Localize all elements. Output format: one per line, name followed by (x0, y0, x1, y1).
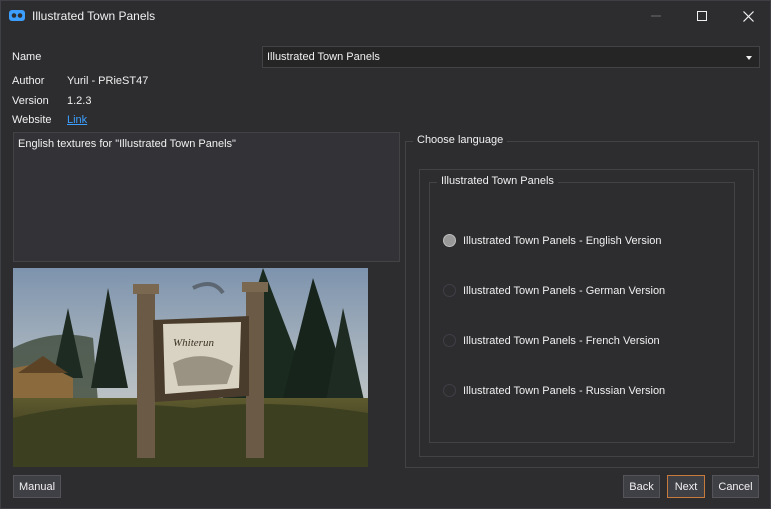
radio-label: Illustrated Town Panels - Russian Versio… (463, 384, 666, 397)
name-label: Name (12, 51, 42, 63)
cancel-button[interactable]: Cancel (712, 475, 759, 498)
maximize-button[interactable] (679, 1, 725, 31)
title-bar[interactable]: Illustrated Town Panels (1, 1, 770, 31)
preview-scene: Whiterun (13, 268, 368, 467)
minimize-icon (651, 15, 661, 17)
chevron-down-icon (746, 56, 752, 60)
close-button[interactable] (725, 1, 771, 31)
version-value: 1.2.3 (67, 95, 92, 107)
radio-button[interactable] (443, 384, 456, 397)
radio-label: Illustrated Town Panels - German Version (463, 284, 666, 297)
website-link[interactable]: Link (67, 114, 87, 126)
name-select-value: Illustrated Town Panels (267, 51, 380, 63)
radio-button-checked[interactable] (443, 234, 456, 247)
maximize-icon (697, 11, 707, 21)
minimize-button[interactable] (633, 1, 679, 31)
manual-button[interactable]: Manual (13, 475, 61, 498)
radio-option-german[interactable]: Illustrated Town Panels - German Version (443, 284, 665, 297)
radio-label: Illustrated Town Panels - French Version (463, 334, 660, 347)
preview-image: Whiterun (13, 268, 368, 467)
radio-button[interactable] (443, 334, 456, 347)
sign-text: Whiterun (173, 337, 214, 349)
author-value: Yuril - PRieST47 (67, 75, 149, 87)
radio-button[interactable] (443, 284, 456, 297)
installer-window: Illustrated Town Panels Name Illustrated… (0, 0, 771, 509)
radio-option-russian[interactable]: Illustrated Town Panels - Russian Versio… (443, 384, 665, 397)
version-label: Version (12, 95, 49, 107)
language-options-title: Illustrated Town Panels (437, 175, 558, 187)
radio-label: Illustrated Town Panels - English Versio… (463, 234, 662, 247)
language-options-box (429, 182, 735, 443)
radio-option-french[interactable]: Illustrated Town Panels - French Version (443, 334, 660, 347)
author-label: Author (12, 75, 45, 87)
description-text: English textures for "Illustrated Town P… (18, 138, 236, 150)
name-select[interactable]: Illustrated Town Panels (262, 46, 760, 68)
website-label: Website (12, 114, 52, 126)
close-icon (742, 10, 754, 22)
radio-option-english[interactable]: Illustrated Town Panels - English Versio… (443, 234, 662, 247)
back-button[interactable]: Back (623, 475, 660, 498)
description-box[interactable]: English textures for "Illustrated Town P… (13, 132, 400, 262)
window-title: Illustrated Town Panels (32, 9, 156, 23)
next-button[interactable]: Next (667, 475, 705, 498)
app-icon (9, 10, 25, 21)
language-group-title: Choose language (413, 134, 508, 146)
